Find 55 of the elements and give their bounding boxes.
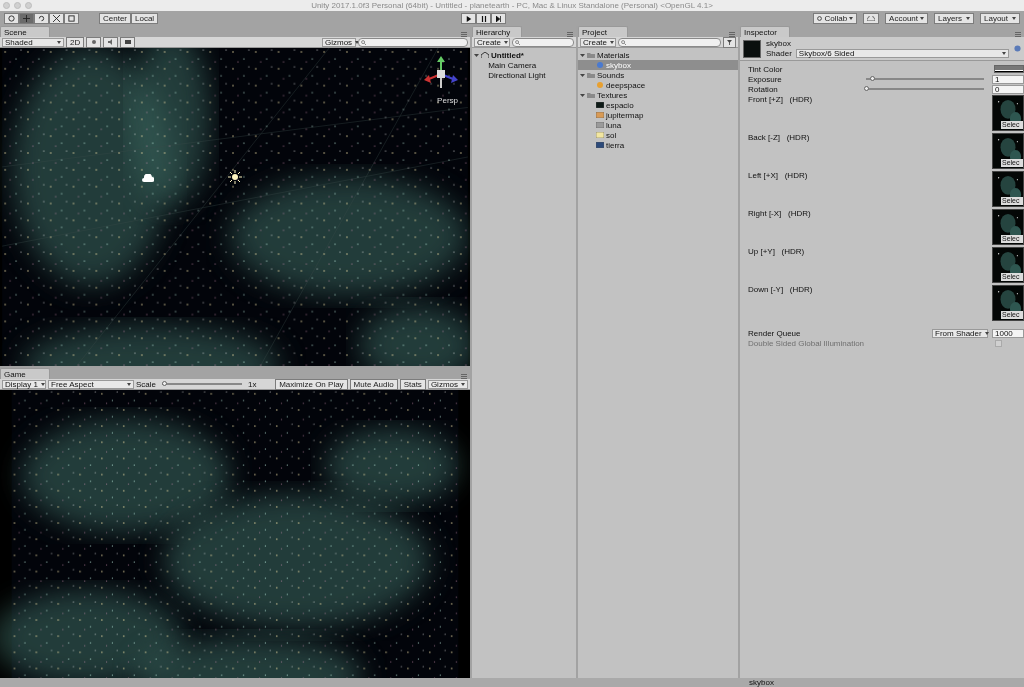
tree-item[interactable]: luna — [578, 120, 738, 130]
property-label: Exposure — [748, 74, 783, 84]
toolbar-dropdown[interactable]: Account — [885, 13, 928, 24]
number-field[interactable]: 0 — [992, 84, 1024, 94]
panel-tab[interactable]: Game — [0, 368, 50, 379]
status-text: skybox — [749, 678, 774, 687]
render-queue-dropdown[interactable]: From Shader — [932, 328, 988, 338]
property-label: Front [+Z] (HDR) — [748, 95, 814, 104]
shading-dropdown[interactable]: Shaded — [2, 37, 64, 47]
tree-item[interactable]: deepspace — [578, 80, 738, 90]
tree-item[interactable]: sol — [578, 130, 738, 140]
number-field[interactable]: 1000 — [992, 328, 1024, 338]
window-title: Unity 2017.1.0f3 Personal (64bit) - Untitled - planetearth - PC, Mac & Linux Standalone (Personal) <OpenGL 4.1> — [311, 1, 713, 10]
toggle-button[interactable]: Stats — [399, 378, 426, 390]
gizmos-dropdown[interactable]: Gizmos — [427, 379, 468, 389]
projection-label[interactable]: Persp — [437, 96, 458, 105]
toolbar-dropdown[interactable]: Layout — [980, 13, 1020, 24]
toggle-button[interactable]: Maximize On Play — [275, 378, 348, 390]
create-dropdown[interactable]: Create — [580, 37, 616, 47]
tree-item[interactable]: Directional Light — [472, 70, 576, 80]
display-dropdown[interactable]: Display 1 — [2, 379, 46, 389]
toolbar-dropdown[interactable]: Layers — [934, 13, 974, 24]
toggle-button[interactable]: Mute Audio — [349, 378, 398, 390]
number-field[interactable]: 1 — [992, 74, 1024, 84]
panel-tab[interactable]: Project — [578, 26, 628, 37]
property-label: Right [-X] (HDR) — [748, 209, 812, 218]
aspect-dropdown[interactable]: Free Aspect — [48, 379, 134, 389]
property-label: Tint Color — [748, 64, 784, 74]
property-label: Back [-Z] (HDR) — [748, 133, 811, 142]
folder-item[interactable]: Textures — [578, 90, 738, 100]
folder-item[interactable]: Materials — [578, 50, 738, 60]
folder-item[interactable]: Sounds — [578, 70, 738, 80]
tree-item[interactable]: Untitled* — [472, 50, 576, 60]
property-label: Render Queue — [748, 328, 802, 338]
property-label: Left [+X] (HDR) — [748, 171, 809, 180]
object-name: skybox — [766, 39, 792, 48]
toggle-2d-button[interactable]: 2D — [66, 36, 85, 48]
panel-tab[interactable]: Scene — [0, 26, 50, 37]
pivot-button[interactable]: Center — [99, 13, 131, 24]
tree-item[interactable]: espacio — [578, 100, 738, 110]
property-label: Rotation — [748, 84, 779, 94]
collab-dropdown[interactable]: Collab — [813, 13, 858, 24]
tree-item[interactable]: tierra — [578, 140, 738, 150]
pivot-button[interactable]: Local — [131, 13, 159, 24]
shader-dropdown[interactable]: Skybox/6 Sided — [795, 49, 1009, 58]
property-label: Double Sided Global Illumination — [748, 338, 865, 348]
scale-label: Scale — [136, 379, 156, 389]
property-label: Up [+Y] (HDR) — [748, 247, 806, 256]
tree-item[interactable]: Main Camera — [472, 60, 576, 70]
create-dropdown[interactable]: Create — [474, 37, 510, 47]
scale-value: 1x — [248, 379, 257, 389]
tree-item[interactable]: jupitermap — [578, 110, 738, 120]
gizmos-dropdown[interactable]: Gizmos — [322, 37, 356, 47]
shader-label: Shader — [766, 49, 792, 58]
property-label: Down [-Y] (HDR) — [748, 285, 814, 294]
